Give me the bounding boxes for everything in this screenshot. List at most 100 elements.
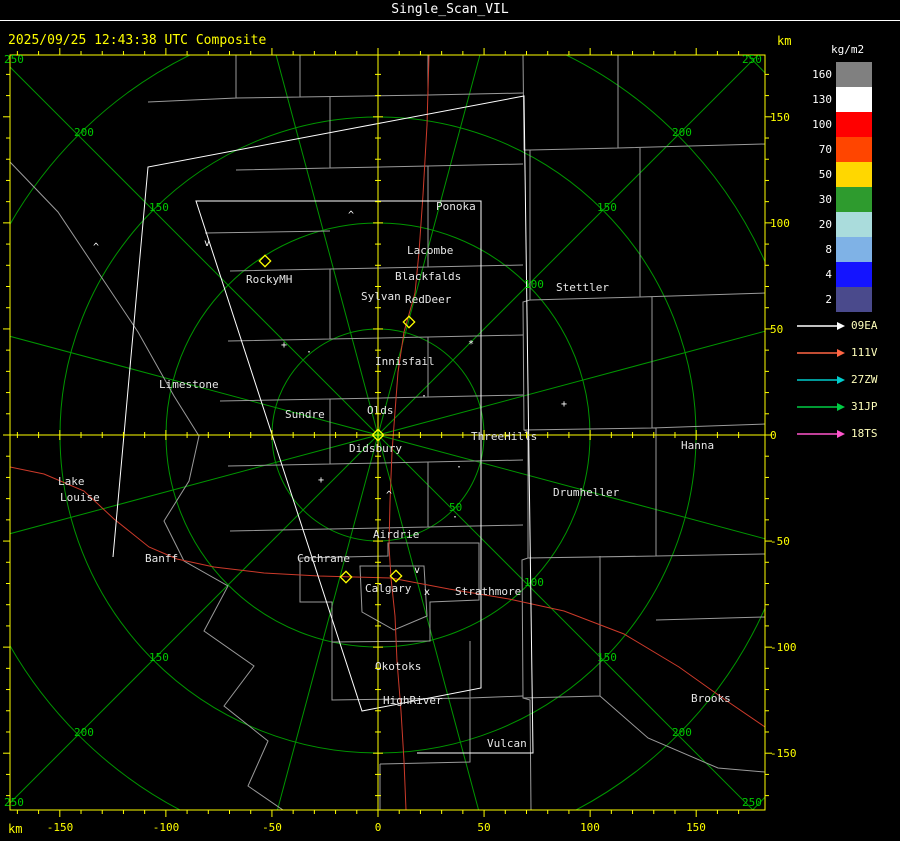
city-label-threehills: ThreeHills: [471, 430, 537, 443]
range-ring-label: 250: [4, 53, 24, 66]
city-label-brooks: Brooks: [691, 692, 731, 705]
colorbar-value: 50: [818, 168, 832, 181]
city-label-banff: Banff: [145, 552, 178, 565]
colorbar-value: 4: [825, 268, 832, 281]
colorbar-row: 4: [804, 262, 872, 287]
right-axis-tick-label: 50: [770, 323, 783, 336]
range-ring-label: 150: [597, 201, 617, 214]
colorbar-value: 130: [812, 93, 832, 106]
radar-site-legend: 09EA 111V 27ZW 31JP 18TS: [797, 312, 878, 447]
colorbar-swatch: [836, 87, 872, 112]
bottom-axis-units-label: km: [8, 822, 23, 836]
legend-item-09ea[interactable]: 09EA: [797, 312, 878, 339]
colorbar-swatch: [836, 237, 872, 262]
colorbar-value: 8: [825, 243, 832, 256]
range-ring-label: 200: [74, 126, 94, 139]
obs-symbol: +: [318, 475, 324, 486]
colorbar-swatch: [836, 112, 872, 137]
city-label-rockymh: RockyMH: [246, 273, 292, 286]
legend-item-31jp[interactable]: 31JP: [797, 393, 878, 420]
legend-item-label: 31JP: [851, 400, 878, 413]
city-label-okotoks: Okotoks: [375, 660, 421, 673]
colorbar-value: 30: [818, 193, 832, 206]
site-arrow-icon: [797, 402, 845, 411]
obs-symbol: ·: [452, 512, 458, 523]
right-axis-tick-label: 100: [770, 217, 790, 230]
city-label-didsbury: Didsbury: [349, 442, 402, 455]
colorbar-row: 130: [804, 87, 872, 112]
right-axis-units-label: km: [777, 34, 792, 48]
obs-symbol: ·: [456, 462, 462, 473]
colorbar-row: 20: [804, 212, 872, 237]
colorbar-row: 100: [804, 112, 872, 137]
legend-item-18ts[interactable]: 18TS: [797, 420, 878, 447]
colorbar-swatch: [836, 62, 872, 87]
bottom-axis-tick-label: 0: [375, 821, 382, 834]
obs-symbol: v: [204, 238, 210, 249]
legend-item-label: 27ZW: [851, 373, 878, 386]
range-ring-label: 200: [74, 726, 94, 739]
city-label-sundre: Sundre: [285, 408, 325, 421]
radar-site-marker[interactable]: [258, 254, 272, 268]
colorbar-value: 160: [812, 68, 832, 81]
obs-symbol: *: [468, 339, 474, 350]
window-title: Single_Scan_VIL: [391, 2, 509, 17]
city-label-limestone: Limestone: [159, 378, 219, 391]
range-ring-label: 250: [742, 53, 762, 66]
colorbar-row: 50: [804, 162, 872, 187]
bottom-axis-tick-label: -150: [47, 821, 74, 834]
colorbar-units-label: kg/m2: [831, 43, 865, 56]
city-label-vulcan: Vulcan: [487, 737, 527, 750]
bottom-axis-tick-label: 150: [686, 821, 706, 834]
range-ring-label: 100: [524, 576, 544, 589]
colorbar-row: 8: [804, 237, 872, 262]
obs-symbol: +: [281, 340, 287, 351]
radar-map[interactable]: 250200150 1502002501005010015020025015020…: [0, 0, 900, 841]
obs-symbol: ^: [93, 242, 99, 253]
colorbar-row: 70: [804, 137, 872, 162]
colorbar-row: 30: [804, 187, 872, 212]
colorbar-value: 20: [818, 218, 832, 231]
legend-item-111v[interactable]: 111V: [797, 339, 878, 366]
city-label-olds: Olds: [367, 404, 394, 417]
colorbar-value: 70: [818, 143, 832, 156]
city-label-stettler: Stettler: [556, 281, 609, 294]
bottom-axis-tick-label: 100: [580, 821, 600, 834]
obs-symbol: +: [561, 399, 567, 410]
range-ring-label: 200: [672, 726, 692, 739]
bottom-axis-tick-label: 50: [477, 821, 490, 834]
range-ring-label: 250: [742, 796, 762, 809]
site-arrow-icon: [797, 348, 845, 357]
range-ring-label: 150: [149, 651, 169, 664]
range-ring-label: 150: [597, 651, 617, 664]
city-label-hanna: Hanna: [681, 439, 714, 452]
range-ring-label: 150: [149, 201, 169, 214]
legend-item-27zw[interactable]: 27ZW: [797, 366, 878, 393]
city-label-highriver: HighRiver: [383, 694, 443, 707]
obs-symbol: ·: [306, 347, 312, 358]
site-arrow-icon: [797, 321, 845, 330]
site-arrow-icon: [797, 429, 845, 438]
bottom-axis-tick-label: -100: [153, 821, 180, 834]
city-label-lacombe: Lacombe: [407, 244, 453, 257]
range-ring-label: 200: [672, 126, 692, 139]
city-label-sylvan: Sylvan: [361, 290, 401, 303]
colorbar-swatch: [836, 212, 872, 237]
colorbar: 160 130 100 70 50 30 20 8 4 2: [804, 62, 872, 312]
colorbar-value: 2: [825, 293, 832, 306]
city-label-innisfail: Innisfail: [375, 355, 435, 368]
legend-item-label: 18TS: [851, 427, 878, 440]
city-label-reddeer: RedDeer: [405, 293, 452, 306]
obs-symbol: ^: [348, 210, 354, 221]
city-label-strathmore: Strathmore: [455, 585, 521, 598]
legend-item-label: 09EA: [851, 319, 878, 332]
titlebar: Single_Scan_VIL: [0, 0, 900, 21]
colorbar-value: 100: [812, 118, 832, 131]
colorbar-swatch: [836, 162, 872, 187]
colorbar-swatch: [836, 287, 872, 312]
obs-symbol: ·: [421, 391, 427, 402]
right-axis-tick-label: -100: [770, 641, 797, 654]
right-axis-tick-label: -50: [770, 535, 790, 548]
city-label-calgary: Calgary: [365, 582, 412, 595]
range-ring-label: 250: [4, 796, 24, 809]
